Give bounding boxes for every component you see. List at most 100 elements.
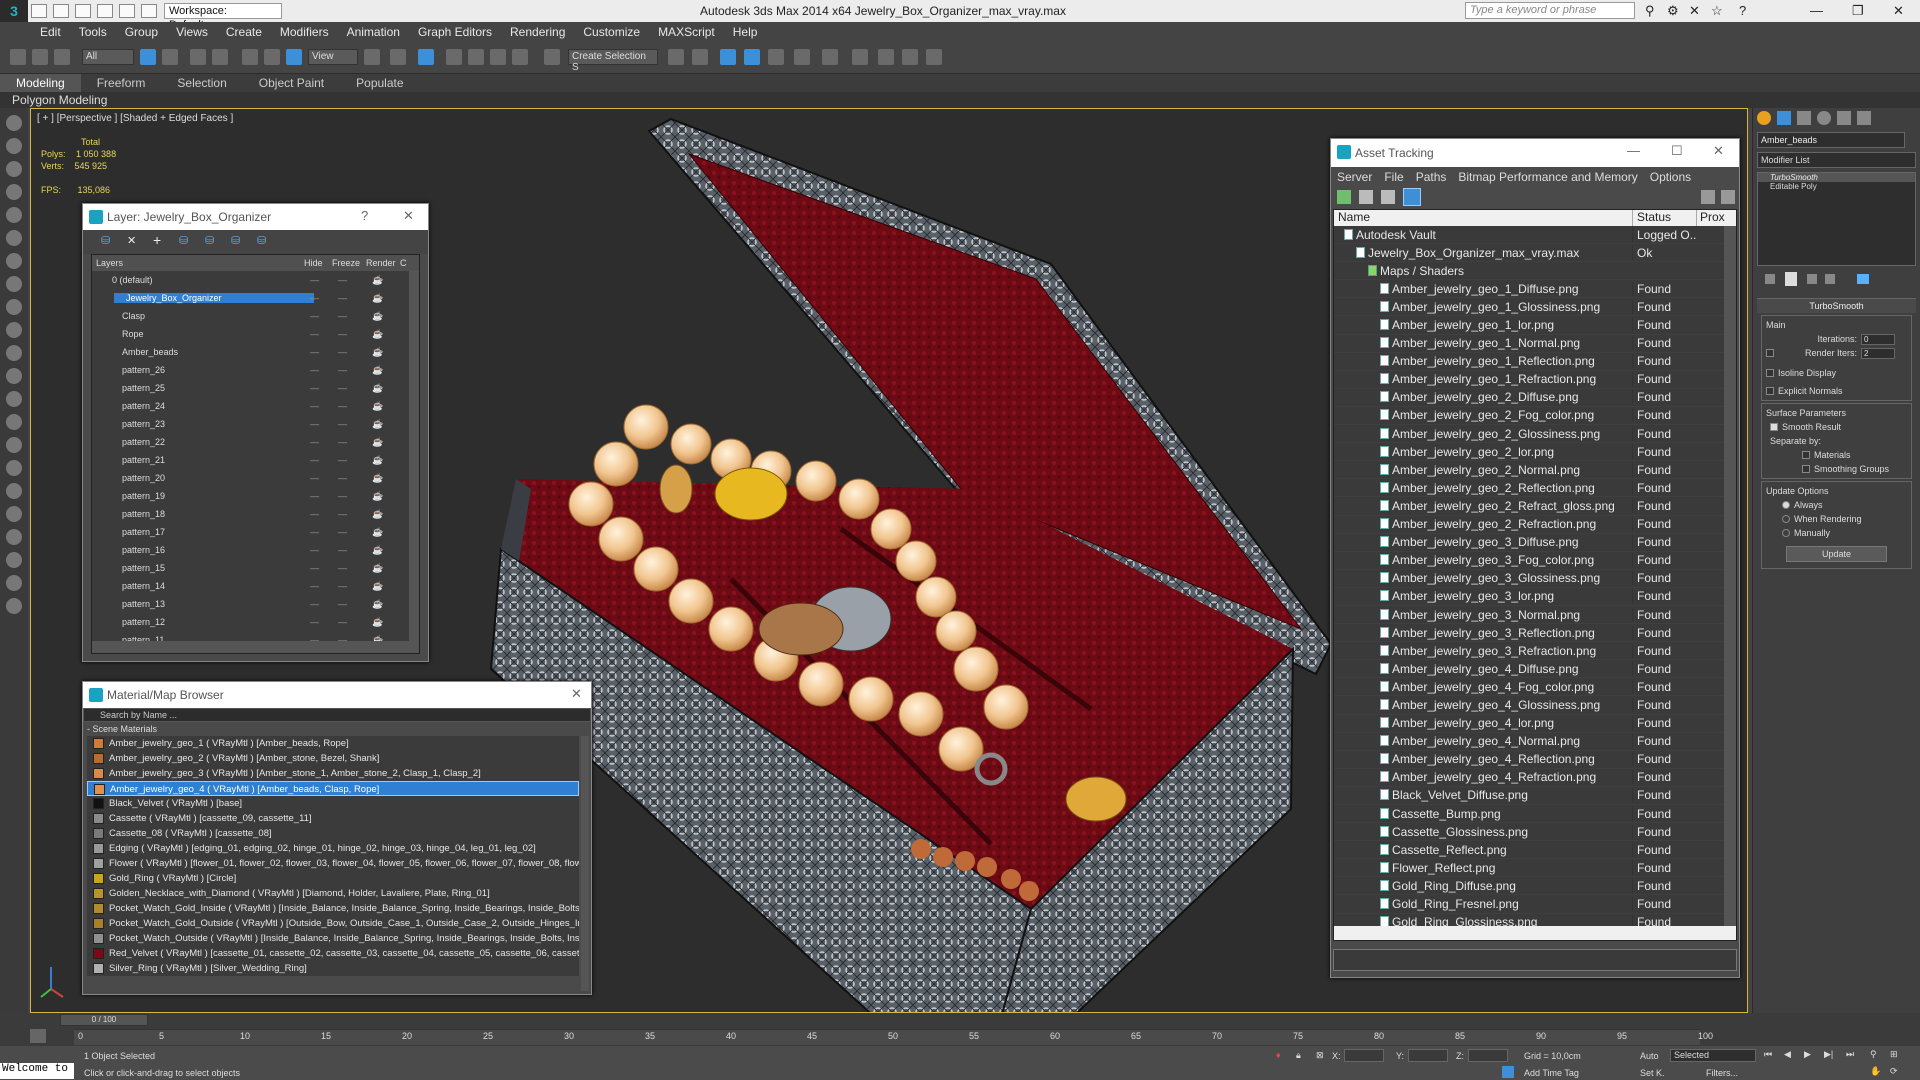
hide-toggle[interactable]: — xyxy=(310,617,319,627)
material-item[interactable]: Amber_jewelry_geo_2 ( VRayMtl ) [Amber_s… xyxy=(87,751,579,766)
selection-lock-icon[interactable]: 🔒︎ xyxy=(1296,1050,1301,1061)
render-teapot-icon[interactable]: ☕ xyxy=(372,455,383,466)
scene-explorer-icon[interactable] xyxy=(720,49,736,65)
viewport-tool-icon[interactable] xyxy=(6,276,22,292)
favorites-icon[interactable]: ☆ xyxy=(1711,3,1723,19)
hide-toggle[interactable]: — xyxy=(310,563,319,573)
layer-row[interactable]: pattern_14 — — ☕ xyxy=(92,577,419,595)
pivot-center-icon[interactable] xyxy=(364,49,380,65)
material-item[interactable]: Cassette_08 ( VRayMtl ) [cassette_08] xyxy=(87,826,579,841)
freeze-toggle[interactable]: — xyxy=(338,509,347,519)
asset-row[interactable]: Amber_jewelry_geo_2_Refraction.png Found xyxy=(1334,516,1736,534)
render-teapot-icon[interactable]: ☕ xyxy=(372,329,383,340)
maxscript-listener[interactable]: Welcome to xyxy=(0,1063,74,1079)
workspace-dropdown[interactable]: Workspace: Default xyxy=(164,3,282,31)
percent-snap-icon[interactable] xyxy=(490,49,506,65)
render-iters-spinner[interactable]: 2 xyxy=(1861,347,1895,359)
viewport-tool-icon[interactable] xyxy=(6,138,22,154)
highlight-layer-icon[interactable]: ⛁ xyxy=(205,234,214,247)
menu-maxscript[interactable]: MAXScript xyxy=(658,25,715,39)
material-item[interactable]: Pocket_Watch_Gold_Outside ( VRayMtl ) [O… xyxy=(87,916,579,931)
asset-row[interactable]: Autodesk Vault Logged O... xyxy=(1334,226,1736,245)
spinner-snap-icon[interactable] xyxy=(512,49,528,65)
time-slider[interactable]: 0 / 100 xyxy=(60,1014,148,1026)
asset-row[interactable]: Amber_jewelry_geo_2_Glossiness.png Found xyxy=(1334,425,1736,444)
window-crossing-icon[interactable] xyxy=(212,49,228,65)
configure-sets-icon[interactable] xyxy=(1857,274,1869,284)
stack-turbosmooth[interactable]: TurboSmooth xyxy=(1758,173,1915,182)
app-logo-icon[interactable]: 3 xyxy=(0,0,28,22)
scene-materials-group[interactable]: - Scene Materials xyxy=(83,722,591,736)
goto-end-icon[interactable]: ⏭ xyxy=(1846,1049,1854,1060)
menu-views[interactable]: Views xyxy=(176,25,208,39)
viewport-tool-icon[interactable] xyxy=(6,322,22,338)
goto-start-icon[interactable]: ⏮ xyxy=(1764,1049,1772,1060)
set-key-button[interactable]: Set K. xyxy=(1640,1068,1665,1078)
keyboard-shortcut-override-icon[interactable] xyxy=(418,49,434,65)
show-end-result-icon[interactable] xyxy=(1785,272,1797,286)
asset-row[interactable]: Amber_jewelry_geo_3_lor.png Found xyxy=(1334,588,1736,606)
viewport-tool-icon[interactable] xyxy=(6,184,22,200)
hide-toggle[interactable]: — xyxy=(310,545,319,555)
material-editor-icon[interactable] xyxy=(852,49,868,65)
freeze-toggle[interactable]: — xyxy=(338,527,347,537)
render-iters-checkbox[interactable] xyxy=(1766,349,1774,357)
schematic-view-icon[interactable] xyxy=(822,49,838,65)
mirror-icon[interactable] xyxy=(668,49,684,65)
restore-icon[interactable]: ❐ xyxy=(1852,3,1864,19)
render-teapot-icon[interactable]: ☕ xyxy=(372,347,383,358)
material-list-scrollbar[interactable] xyxy=(581,736,589,991)
asset-row[interactable]: Amber_jewelry_geo_2_Diffuse.png Found xyxy=(1334,389,1736,407)
subscription-icon[interactable]: ⚙ xyxy=(1667,3,1679,19)
edit-named-selection-icon[interactable] xyxy=(544,49,560,65)
modify-tab-icon[interactable] xyxy=(1777,111,1791,125)
material-item[interactable]: Red_Velvet ( VRayMtl ) [cassette_01, cas… xyxy=(87,946,579,961)
hide-toggle[interactable]: — xyxy=(310,329,319,339)
asset-row[interactable]: Amber_jewelry_geo_4_lor.png Found xyxy=(1334,715,1736,733)
asset-minimize-icon[interactable]: — xyxy=(1627,143,1640,158)
asset-row[interactable]: Amber_jewelry_geo_2_Reflection.png Found xyxy=(1334,479,1736,498)
layer-row[interactable]: pattern_24 — — ☕ xyxy=(92,397,419,415)
select-in-layer-icon[interactable]: ⛁ xyxy=(179,234,188,247)
menu-tools[interactable]: Tools xyxy=(79,25,107,39)
open-file-icon[interactable] xyxy=(53,4,69,18)
layer-row[interactable]: Jewelry_Box_Organizer — — ☕ xyxy=(92,289,419,307)
viewport-tool-icon[interactable] xyxy=(6,368,22,384)
hide-toggle[interactable]: — xyxy=(310,509,319,519)
hide-toggle[interactable]: — xyxy=(310,491,319,501)
render-teapot-icon[interactable]: ☕ xyxy=(372,365,383,376)
asset-row[interactable]: Amber_jewelry_geo_3_Diffuse.png Found xyxy=(1334,534,1736,552)
pan-icon[interactable]: ✋ xyxy=(1870,1066,1881,1077)
render-teapot-icon[interactable]: ☕ xyxy=(372,599,383,610)
layer-row[interactable]: pattern_19 — — ☕ xyxy=(92,487,419,505)
tab-populate[interactable]: Populate xyxy=(340,74,419,92)
hide-toggle[interactable]: — xyxy=(310,599,319,609)
always-radio[interactable] xyxy=(1782,501,1790,509)
asset-row[interactable]: Amber_jewelry_geo_2_lor.png Found xyxy=(1334,443,1736,462)
y-coordinate-field[interactable] xyxy=(1408,1049,1448,1062)
save-file-icon[interactable] xyxy=(75,4,91,18)
freeze-toggle[interactable]: — xyxy=(338,455,347,465)
freeze-toggle[interactable]: — xyxy=(338,275,347,285)
material-item[interactable]: Black_Velvet ( VRayMtl ) [base] xyxy=(87,796,579,811)
render-teapot-icon[interactable]: ☕ xyxy=(372,311,383,322)
freeze-toggle[interactable]: — xyxy=(338,311,347,321)
asset-menu-server[interactable]: Server xyxy=(1337,170,1372,184)
orbit-icon[interactable]: ⟳ xyxy=(1890,1066,1898,1077)
asset-help-icon[interactable] xyxy=(1701,190,1715,204)
hierarchy-tab-icon[interactable] xyxy=(1797,111,1811,125)
asset-row[interactable]: Amber_jewelry_geo_4_Normal.png Found xyxy=(1334,733,1736,751)
absolute-mode-icon[interactable]: ⊠ xyxy=(1316,1050,1324,1061)
hide-toggle[interactable]: — xyxy=(310,473,319,483)
redo-icon[interactable] xyxy=(119,4,135,18)
binoculars-icon[interactable]: ⚲ xyxy=(1645,3,1655,19)
delete-layer-icon[interactable]: ✕ xyxy=(127,234,136,247)
asset-row[interactable]: Black_Velvet_Diffuse.png Found xyxy=(1334,787,1736,805)
menu-rendering[interactable]: Rendering xyxy=(510,25,565,39)
layer-row[interactable]: Amber_beads — — ☕ xyxy=(92,343,419,361)
material-item[interactable]: Golden_Necklace_with_Diamond ( VRayMtl )… xyxy=(87,886,579,901)
asset-list-view-icon[interactable] xyxy=(1359,190,1373,204)
asset-row[interactable]: Amber_jewelry_geo_1_Glossiness.png Found xyxy=(1334,298,1736,317)
render-teapot-icon[interactable]: ☕ xyxy=(372,473,383,484)
viewport-tool-icon[interactable] xyxy=(6,345,22,361)
